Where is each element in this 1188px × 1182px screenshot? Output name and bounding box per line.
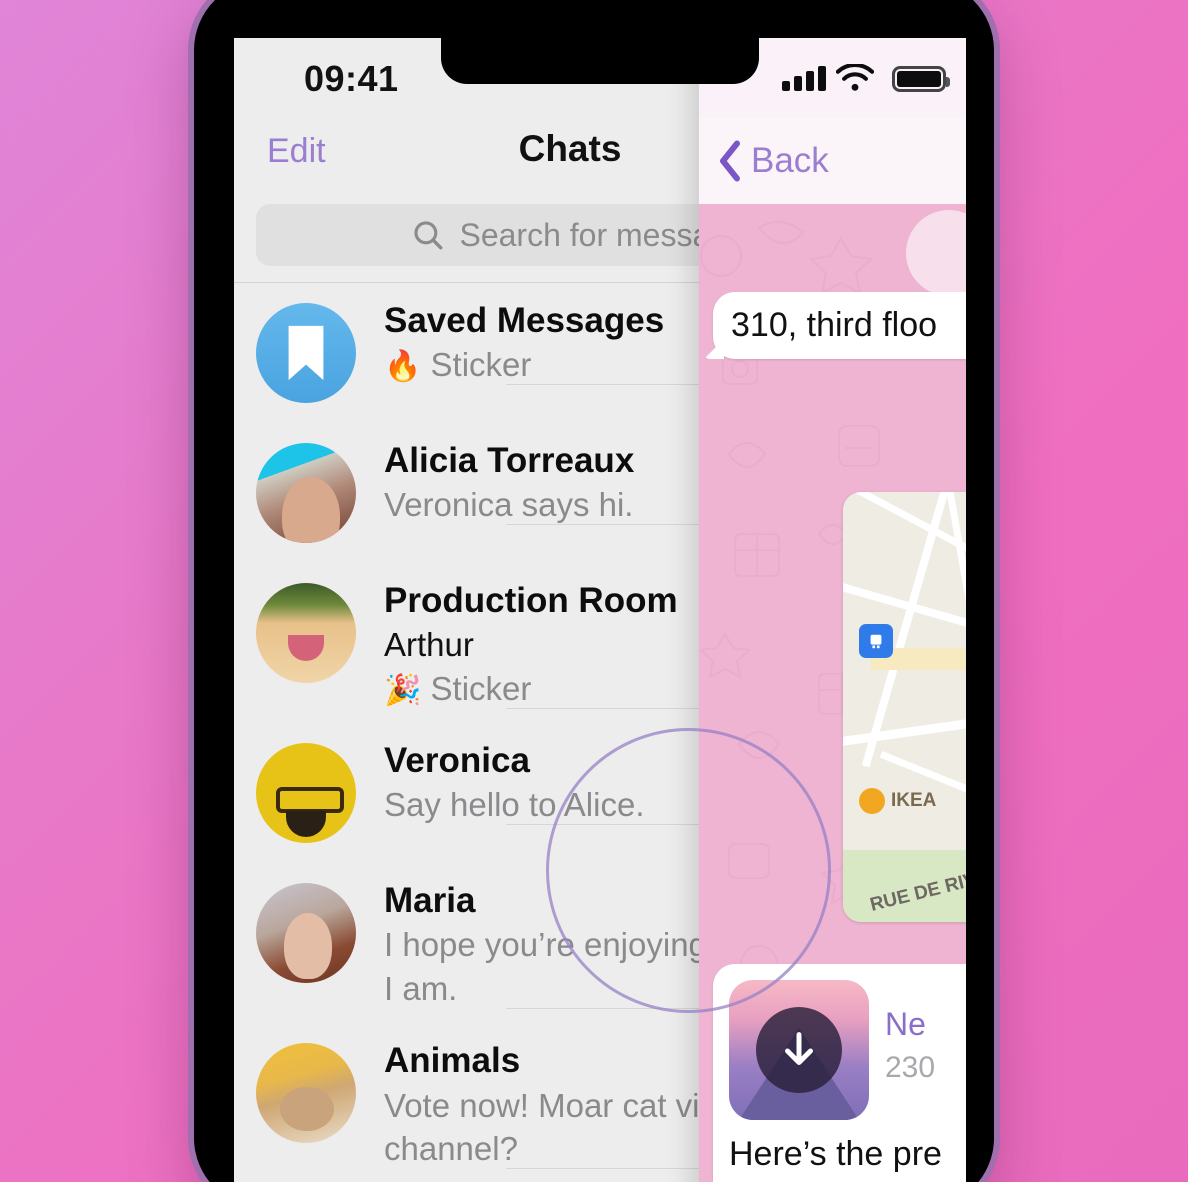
- map-poi-ikea: IKEA: [859, 788, 936, 814]
- file-size: 230: [885, 1051, 936, 1084]
- map-message-card[interactable]: IKEA OPE RUE DE RIV: [843, 492, 966, 922]
- conversation-navbar: Back: [699, 118, 966, 204]
- file-message-bubble[interactable]: Ne 230 Here’s the pre tommorow, al: [713, 964, 966, 1182]
- phone-notch: [441, 38, 759, 84]
- phone-screen: 09:41 Edit Chats Search for messages o S…: [234, 38, 966, 1182]
- phone-device: 09:41 Edit Chats Search for messages o S…: [188, 0, 1000, 1182]
- chat-preview-text: Sticker: [430, 346, 532, 384]
- file-meta: Ne 230: [885, 980, 935, 1085]
- download-arrow-icon[interactable]: [756, 1007, 842, 1093]
- phone-bezel: 09:41 Edit Chats Search for messages o S…: [194, 0, 994, 1182]
- avatar: [256, 443, 356, 543]
- bus-station-icon: [859, 624, 893, 658]
- online-status-indicator: [340, 827, 356, 844]
- message-text: 310, third floo: [731, 306, 938, 344]
- message-area: 310, third floo IKEA RUE DE RIV Ne 230 H…: [699, 204, 966, 1182]
- file-name: Ne: [885, 1006, 926, 1042]
- fire-emoji-icon: 🔥: [384, 350, 422, 384]
- avatar: [256, 883, 356, 984]
- ikea-marker-icon: [859, 788, 885, 814]
- file-row: Ne 230: [729, 980, 966, 1120]
- party-popper-emoji-icon: 🎉: [384, 674, 422, 708]
- status-bar-clock: 09:41: [304, 58, 399, 99]
- cellular-signal-icon: [782, 66, 826, 91]
- message-bubble-incoming: 310, third floo: [713, 292, 966, 359]
- battery-full-icon: [892, 66, 950, 92]
- avatar: [256, 583, 356, 683]
- avatar: [256, 743, 356, 844]
- back-button[interactable]: Back: [751, 141, 829, 181]
- file-thumbnail: [729, 980, 869, 1120]
- search-icon: [414, 221, 443, 250]
- avatar: [256, 1043, 356, 1144]
- avatar: [256, 303, 356, 403]
- wifi-icon: [836, 64, 874, 91]
- conversation-screen: Back 310, third floo IKEA RUE DE RIV Ne …: [699, 38, 966, 1182]
- file-caption-line1: Here’s the pre: [729, 1135, 942, 1173]
- bookmark-icon: [288, 325, 324, 381]
- map-label-ikea: IKEA: [891, 790, 937, 811]
- chat-preview-text: Sticker: [430, 670, 532, 708]
- chevron-left-icon[interactable]: [717, 140, 743, 182]
